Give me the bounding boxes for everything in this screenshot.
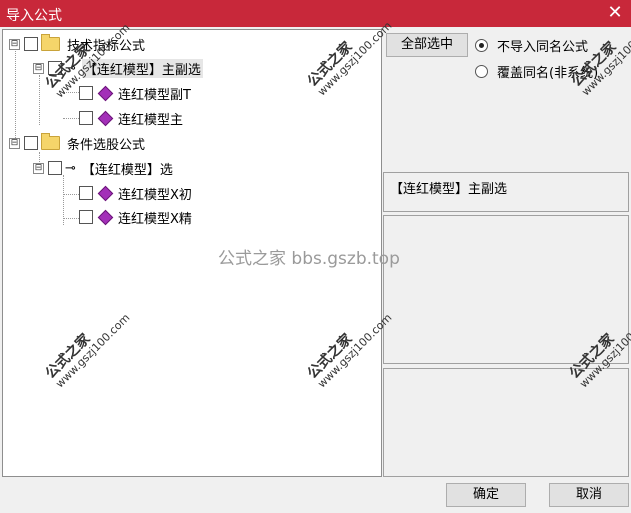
- item-checkbox[interactable]: [79, 186, 93, 200]
- item-label: 连红模型主: [118, 112, 184, 128]
- radio-label: 不导入同名公式: [497, 40, 589, 55]
- formula-icon: [97, 85, 114, 101]
- ok-button[interactable]: 确定: [446, 483, 526, 507]
- subgroup-checkbox[interactable]: [48, 161, 62, 175]
- formula-icon: [97, 209, 114, 225]
- tree-item[interactable]: 连红模型主: [79, 108, 183, 128]
- tree-item[interactable]: 连红模型副T: [79, 83, 191, 103]
- folder-icon: [41, 133, 60, 150]
- formula-info-panel: 【连红模型】主副选: [383, 172, 629, 212]
- collapse-icon[interactable]: ⊟: [33, 62, 44, 74]
- item-checkbox[interactable]: [79, 86, 93, 100]
- group-checkbox[interactable]: [24, 37, 38, 51]
- item-label: 连红模型副T: [118, 87, 191, 103]
- cancel-button[interactable]: 取消: [549, 483, 629, 507]
- tree-subgroup-select[interactable]: ⊟ ⊸ 【连红模型】选: [33, 158, 173, 178]
- formula-icon: [97, 110, 114, 126]
- subgroup-label: 【连红模型】选: [81, 162, 173, 178]
- tree-item[interactable]: 连红模型X初: [79, 183, 192, 203]
- collapse-icon[interactable]: ⊟: [9, 137, 20, 149]
- formula-icon: [97, 185, 114, 201]
- tree-connector: [15, 51, 16, 146]
- radio-selected-icon[interactable]: [475, 39, 488, 52]
- close-icon[interactable]: ✕: [605, 2, 625, 23]
- tree-group-screening[interactable]: ⊟ 条件选股公式: [9, 133, 145, 153]
- group-label: 条件选股公式: [67, 137, 146, 153]
- formula-info-text: 【连红模型】主副选: [390, 182, 508, 197]
- radio-unselected-icon[interactable]: [475, 65, 488, 78]
- collapse-icon[interactable]: ⊟: [9, 38, 20, 50]
- tree-item[interactable]: 连红模型X精: [79, 207, 192, 227]
- title-bar: 导入公式 ✕: [0, 0, 631, 27]
- item-label: 连红模型X精: [118, 211, 192, 227]
- tree-connector: [39, 75, 40, 125]
- item-checkbox[interactable]: [79, 210, 93, 224]
- window-title: 导入公式: [6, 8, 62, 24]
- radio-skip-duplicates[interactable]: 不导入同名公式: [475, 36, 588, 55]
- item-label: 连红模型X初: [118, 187, 192, 203]
- item-checkbox[interactable]: [79, 111, 93, 125]
- select-all-button[interactable]: 全部选中: [386, 33, 468, 57]
- collapse-icon[interactable]: ⊟: [33, 162, 44, 174]
- description-panel: [383, 215, 629, 364]
- folder-icon: [41, 34, 60, 51]
- group-checkbox[interactable]: [24, 136, 38, 150]
- center-watermark: 公式之家 bbs.gszb.top: [218, 249, 400, 269]
- key-icon: ⊸: [65, 160, 76, 176]
